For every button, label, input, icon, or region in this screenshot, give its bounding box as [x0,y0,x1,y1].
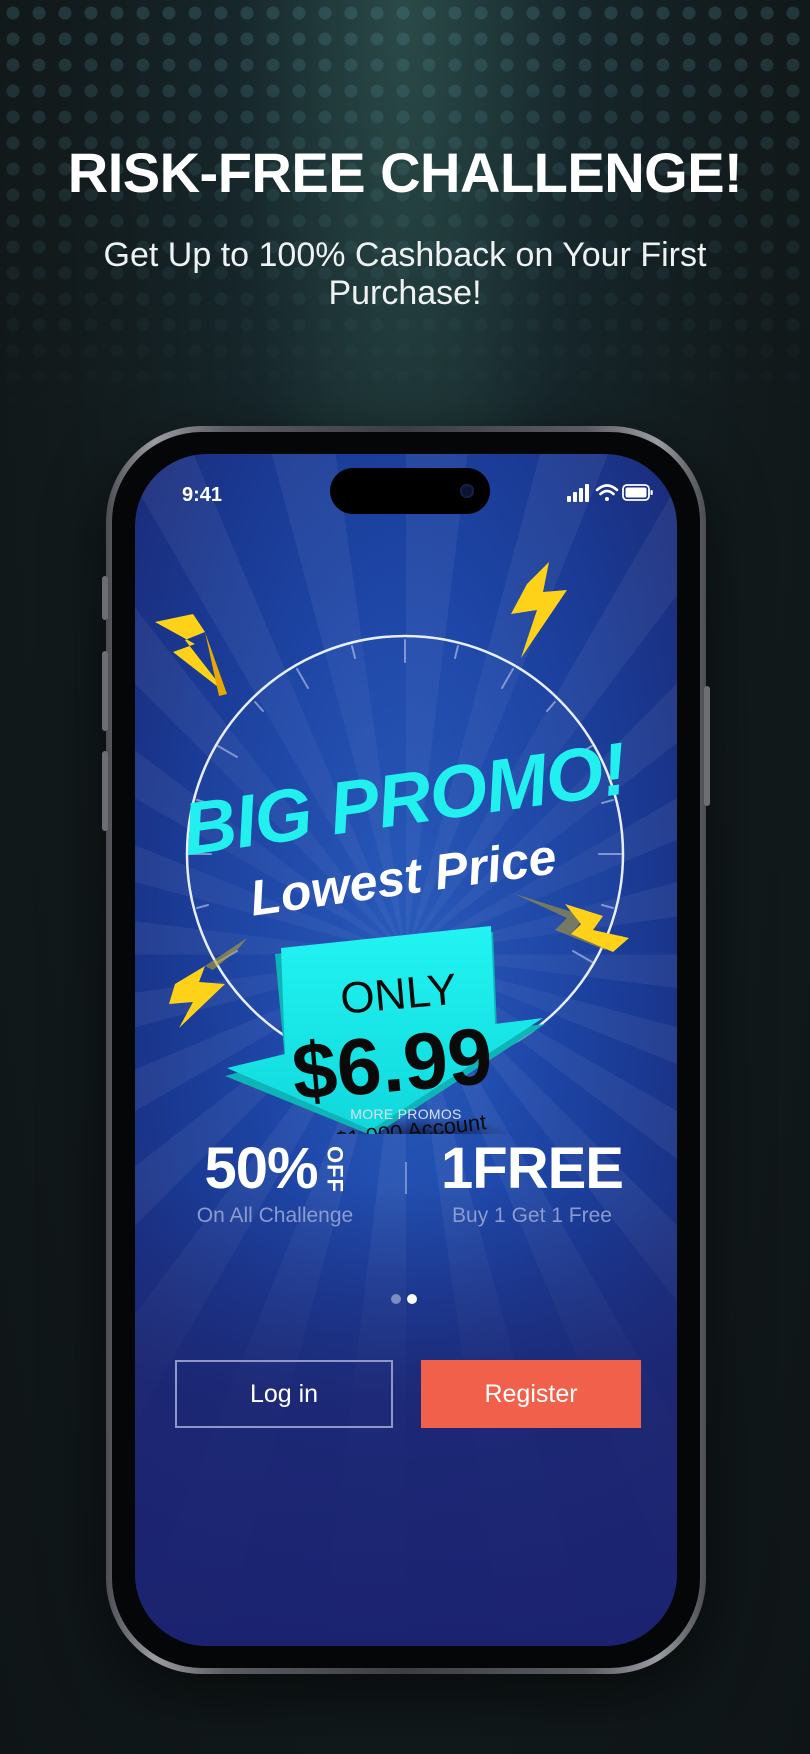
dotted-background-pattern [0,0,810,420]
status-time: 9:41 [182,484,223,506]
login-button[interactable]: Log in [175,1360,393,1428]
status-icons [567,484,653,502]
promo-artwork: BIG PROMO! Lowest Price ONLY $6.99 For $… [155,562,631,1134]
more-promos-label: MORE PROMOS [350,1106,462,1122]
carousel-pager [385,1292,427,1306]
promo-price: $6.99 [289,1011,496,1117]
page-subtitle: Get Up to 100% Cashback on Your First Pu… [103,236,707,312]
signal-icon [567,484,589,502]
pager-dot[interactable] [391,1294,401,1304]
register-button[interactable]: Register [421,1360,641,1428]
pager-dot-active[interactable] [407,1294,417,1304]
promo-divider [405,1162,407,1194]
battery-icon [622,484,653,501]
front-camera-icon [460,484,474,498]
dynamic-island [330,468,490,514]
promo-caption: Buy 1 Get 1 Free [452,1204,612,1227]
promo-caption: On All Challenge [196,1204,354,1227]
promo-suffix: OFF [322,1145,348,1193]
page-title: RISK-FREE CHALLENGE! [67,141,743,204]
promo-item-free: 1FREE Buy 1 Get 1 Free [417,1138,647,1228]
phone-action-button [102,576,108,620]
lightning-bolt-icon [155,614,227,696]
promo-item-discount: 50% OFF On All Challenge [165,1138,385,1228]
phone-mockup: 9:41 BIG PROMO! Lowest Price ONLY $6.99 … [102,426,710,1674]
phone-screen: 9:41 BIG PROMO! Lowest Price ONLY $6.99 … [135,454,677,1646]
phone-volume-up-button [102,651,108,731]
promo-value: 1FREE [441,1136,624,1201]
promo-value: 50% [204,1136,318,1201]
phone-bezel: 9:41 BIG PROMO! Lowest Price ONLY $6.99 … [112,432,700,1668]
phone-volume-down-button [102,751,108,831]
wifi-icon [595,484,619,501]
lightning-bolt-icon [511,562,567,658]
phone-power-button [704,686,710,806]
